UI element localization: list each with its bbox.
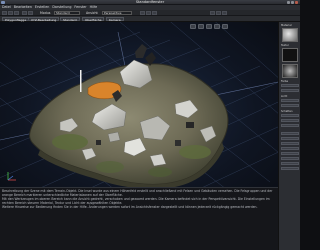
chip-surface[interactable]: Oberfläche bbox=[82, 17, 105, 22]
option-row-8[interactable] bbox=[281, 167, 299, 170]
open-file-icon[interactable] bbox=[8, 11, 13, 15]
option-row-3[interactable] bbox=[281, 142, 299, 145]
redo-icon[interactable] bbox=[28, 11, 33, 15]
option-row-2[interactable] bbox=[281, 137, 299, 140]
light-slider-2[interactable] bbox=[281, 104, 299, 107]
shadow-slider-3[interactable] bbox=[281, 124, 299, 127]
axis-gizmo bbox=[7, 172, 16, 181]
option-row-1[interactable] bbox=[281, 132, 299, 135]
panel-label-texture: Textur bbox=[281, 44, 289, 47]
texture-preview[interactable] bbox=[282, 48, 298, 62]
close-icon[interactable] bbox=[295, 1, 298, 4]
view-select[interactable]: Perspektive bbox=[102, 11, 132, 15]
frame-all-icon[interactable] bbox=[214, 24, 220, 29]
material-sphere-preview[interactable] bbox=[282, 28, 298, 42]
new-file-icon[interactable] bbox=[2, 11, 7, 15]
shadow-slider-2[interactable] bbox=[281, 119, 299, 122]
white-post[interactable] bbox=[80, 70, 82, 92]
shadow-slider[interactable] bbox=[281, 114, 299, 117]
ground-grid bbox=[0, 22, 278, 187]
move-tool-icon[interactable] bbox=[140, 11, 145, 15]
chip-camera[interactable]: Kamera bbox=[106, 17, 124, 22]
panel-label-shadow: Schatten bbox=[281, 110, 293, 113]
pan-icon[interactable] bbox=[190, 24, 196, 29]
rotate-tool-icon[interactable] bbox=[146, 11, 151, 15]
panel-label-light: Licht bbox=[281, 95, 288, 98]
app-icon bbox=[1, 1, 5, 4]
maximize-view-icon[interactable] bbox=[222, 24, 228, 29]
mode-select[interactable]: Standard bbox=[54, 11, 80, 15]
viewport-tools bbox=[190, 24, 228, 29]
description-paragraph: Beschreibung der Szene mit dem Terrain-O… bbox=[2, 189, 273, 198]
save-icon[interactable] bbox=[14, 11, 19, 15]
panel-label-material: Material bbox=[281, 24, 292, 27]
description-paragraph: Weitere Hinweise zur Bedienung finden Si… bbox=[2, 205, 258, 210]
chip-standard[interactable]: Standard bbox=[60, 17, 80, 22]
light-slider[interactable] bbox=[281, 99, 299, 102]
option-row-4[interactable] bbox=[281, 147, 299, 150]
properties-panel: Material Textur Farbe Licht Schatten bbox=[278, 22, 300, 250]
option-row-6[interactable] bbox=[281, 157, 299, 160]
color-slider-2[interactable] bbox=[281, 89, 299, 92]
scale-tool-icon[interactable] bbox=[152, 11, 157, 15]
chip-polygon[interactable]: Polygonflagge bbox=[2, 17, 30, 22]
panel-label-color: Farbe bbox=[281, 80, 289, 83]
chip-xyz[interactable]: XYZ-Bearbeitung bbox=[28, 17, 60, 22]
option-row-7[interactable] bbox=[281, 162, 299, 165]
zoom-icon[interactable] bbox=[206, 24, 212, 29]
option-row-5[interactable] bbox=[281, 152, 299, 155]
description-panel: Beschreibung der Szene mit dem Terrain-O… bbox=[0, 187, 278, 250]
color-slider[interactable] bbox=[281, 84, 299, 87]
render-icon[interactable] bbox=[210, 11, 215, 15]
minimize-icon[interactable] bbox=[287, 1, 290, 4]
maximize-icon[interactable] bbox=[291, 1, 294, 4]
texture-preview-2[interactable] bbox=[282, 64, 298, 78]
orbit-icon[interactable] bbox=[198, 24, 204, 29]
light-icon[interactable] bbox=[222, 11, 227, 15]
undo-icon[interactable] bbox=[22, 11, 27, 15]
camera-icon[interactable] bbox=[216, 11, 221, 15]
3d-viewport[interactable] bbox=[0, 22, 278, 187]
